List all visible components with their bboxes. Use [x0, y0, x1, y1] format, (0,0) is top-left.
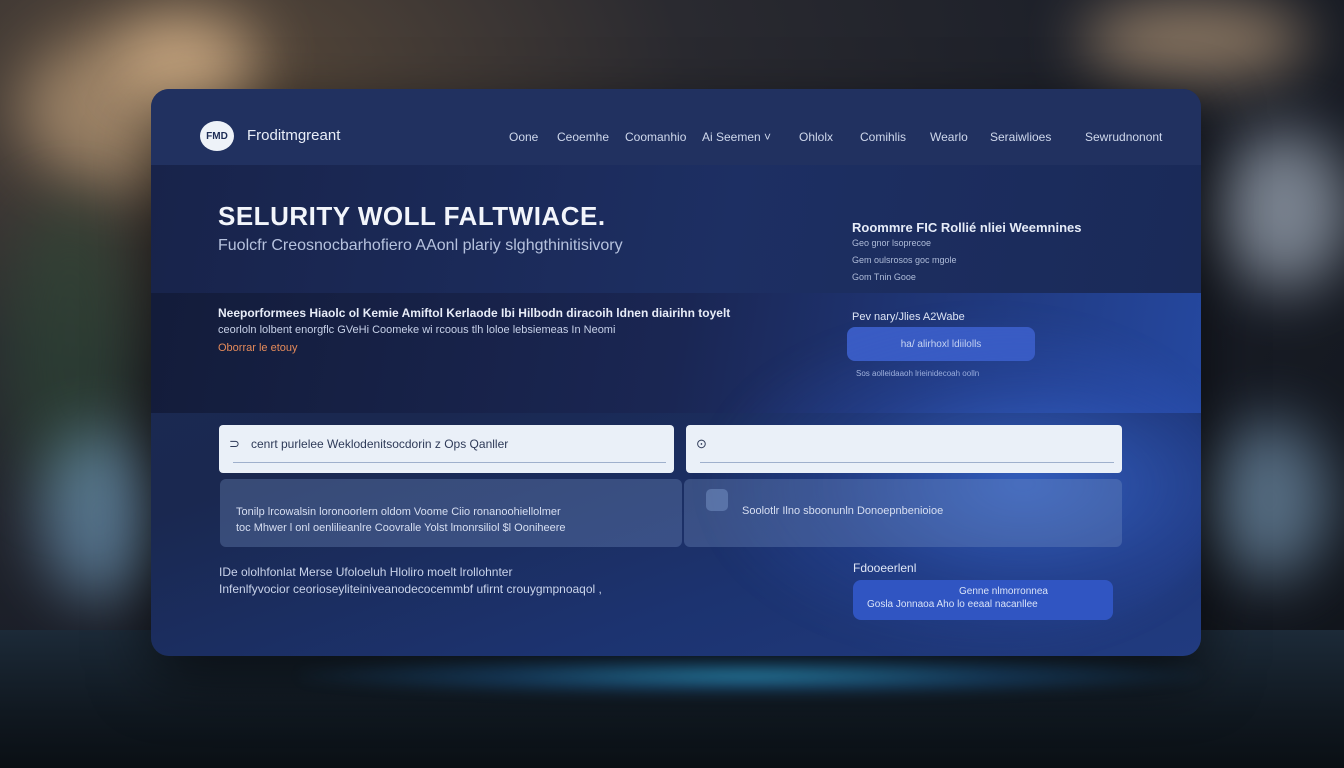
search-input-left[interactable]: ⊃ cenrt purlelee Weklodenitsocdorin z Op…	[219, 425, 674, 473]
side-panel-title: Roommre FIC Rollié nliei Weemnines	[852, 220, 1082, 235]
page-title: SELURITY WOLL FALTWIACE.	[218, 201, 606, 231]
feedback-button-sublabel: Gosla Jonnaoa Aho lo eeaal nacanllee	[867, 599, 1038, 610]
side-panel-line: Gom Tnin Gooe	[852, 272, 916, 282]
info-card-left[interactable]: Tonilp lrcowalsin loronoorlern oldom Voo…	[220, 479, 682, 547]
card-line: Tonilp lrcowalsin loronoorlern oldom Voo…	[236, 506, 561, 518]
info-band: Neeporformees Hiaolc ol Kemie Amiftol Ke…	[151, 293, 1201, 413]
top-navbar: FMD Froditmgreant Oone Ceoemhe Coomanhio…	[151, 89, 1201, 165]
background-bokeh	[40, 430, 160, 600]
band-description: ceorloln lolbent enorgflc GVeHi Coomeke …	[218, 324, 616, 336]
band-heading: Neeporformees Hiaolc ol Kemie Amiftol Ke…	[218, 306, 731, 320]
search-icon: ⊃	[229, 436, 240, 451]
hero-section: SELURITY WOLL FALTWIACE. Fuolcfr Creosno…	[151, 165, 1201, 293]
input-underline	[233, 462, 666, 463]
band-note: Sos aolleidaaoh lrieinidecoah oolln	[856, 369, 980, 378]
background-bokeh	[1220, 130, 1344, 290]
feedback-heading: Fdooeerlenl	[853, 561, 917, 575]
search-icon: ⊙	[696, 436, 707, 451]
nav-item-7[interactable]: Wearlo	[930, 130, 968, 144]
feedback-button-label: Genne nlmorronnea	[959, 586, 1048, 597]
band-link[interactable]: Oborrar le etouy	[218, 342, 297, 354]
logo-icon[interactable]: FMD	[200, 121, 234, 151]
feedback-button[interactable]: Genne nlmorronnea Gosla Jonnaoa Aho lo e…	[853, 580, 1113, 620]
background-bokeh	[120, 10, 260, 100]
page-subtitle: Fuolcfr Creosnocbarhofiero AAonl plariy …	[218, 237, 623, 254]
background-bokeh	[1210, 420, 1330, 580]
background-bokeh	[1080, 0, 1310, 80]
search-input-left-value: cenrt purlelee Weklodenitsocdorin z Ops …	[251, 437, 509, 451]
info-card-right[interactable]: Soolotlr Ilno sboonunln Donoepnbenioioe	[684, 479, 1122, 547]
band-side-heading: Pev nary/Jlies A2Wabe	[852, 311, 965, 323]
card-icon	[706, 489, 728, 511]
nav-item-9[interactable]: Sewrudnonont	[1085, 130, 1162, 144]
nav-item-6[interactable]: Comihlis	[860, 130, 906, 144]
input-underline	[700, 462, 1114, 463]
search-input-right[interactable]: ⊙	[686, 425, 1122, 473]
card-line: toc Mhwer l onl oenlilieanlre Coovralle …	[236, 522, 566, 534]
nav-item-4-dropdown[interactable]: Ai Seemen ˅	[702, 130, 771, 144]
nav-item-8[interactable]: Seraiwlioes	[990, 130, 1051, 144]
side-panel-line: Gem oulsrosos goc mgole	[852, 255, 957, 265]
footer-line: IDe ololhfonlat Merse Ufoloeluh Hloliro …	[219, 565, 513, 579]
card-line: Soolotlr Ilno sboonunln Donoepnbenioioe	[742, 505, 944, 517]
band-action-pill[interactable]: ha/ alirhoxl ldiilolls	[847, 327, 1035, 361]
brand-name[interactable]: Froditmgreant	[247, 127, 340, 144]
nav-item-3[interactable]: Coomanhio	[625, 130, 686, 144]
side-panel-line: Geo gnor lsoprecoe	[852, 238, 932, 248]
nav-item-5[interactable]: Ohlolx	[799, 130, 833, 144]
screen-glow	[300, 655, 1200, 695]
nav-item-1[interactable]: Oone	[509, 130, 538, 144]
footer-line: Infenlfyvocior ceorioseyliteiniveanodeco…	[219, 582, 602, 596]
app-window: FMD Froditmgreant Oone Ceoemhe Coomanhio…	[151, 89, 1201, 656]
nav-item-2[interactable]: Ceoemhe	[557, 130, 609, 144]
